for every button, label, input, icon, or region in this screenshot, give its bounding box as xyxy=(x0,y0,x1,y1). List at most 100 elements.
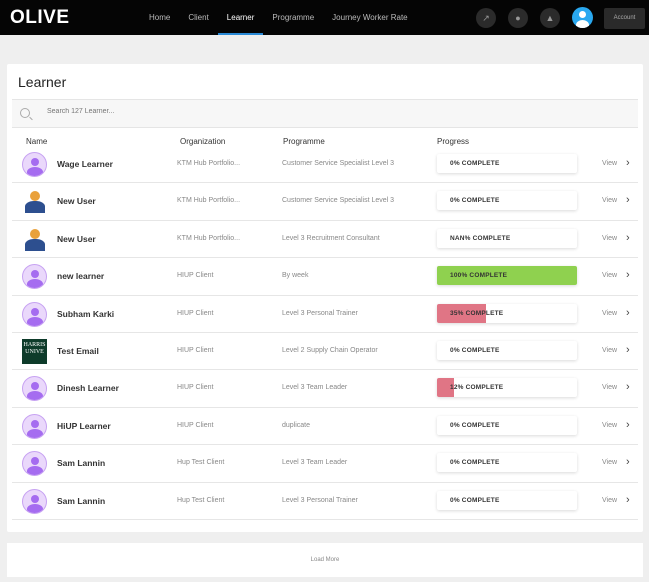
table-row[interactable]: new learner HIUP Client By week 100% COM… xyxy=(12,258,638,296)
table-row[interactable]: Sam Lannin Hup Test Client Level 3 Team … xyxy=(12,445,638,483)
view-link[interactable]: View xyxy=(602,160,617,167)
progress-bar: 0% COMPLETE xyxy=(437,341,577,360)
table-row[interactable]: New User KTM Hub Portfolio... Customer S… xyxy=(12,183,638,221)
view-link[interactable]: View xyxy=(602,235,617,242)
chevron-right-icon[interactable]: › xyxy=(626,194,630,206)
table-row[interactable]: New User KTM Hub Portfolio... Level 3 Re… xyxy=(12,221,638,259)
learner-organization: Hup Test Client xyxy=(177,459,225,467)
chat-icon[interactable]: ● xyxy=(508,8,528,28)
progress-bar: NAN% COMPLETE xyxy=(437,228,577,248)
chevron-right-icon[interactable]: › xyxy=(626,269,630,281)
learner-programme: Customer Service Specialist Level 3 xyxy=(282,160,395,167)
progress-label: 100% COMPLETE xyxy=(450,272,508,280)
chevron-right-icon[interactable]: › xyxy=(626,344,630,356)
chart-icon[interactable]: ↗ xyxy=(476,8,496,28)
view-link[interactable]: View xyxy=(602,347,617,354)
learner-name[interactable]: Dinesh Learner xyxy=(57,383,119,393)
view-link[interactable]: View xyxy=(602,310,617,317)
learner-name[interactable]: Sam Lannin xyxy=(57,458,105,468)
view-link[interactable]: View xyxy=(602,422,617,429)
learner-name[interactable]: Test Email xyxy=(57,346,99,356)
nav-learner[interactable]: Learner xyxy=(217,0,264,35)
learner-organization: KTM Hub Portfolio... xyxy=(177,197,241,205)
view-link[interactable]: View xyxy=(602,272,617,279)
col-programme: Programme xyxy=(283,137,325,146)
learner-organization: HIUP Client xyxy=(177,347,214,354)
progress-label: 35% COMPLETE xyxy=(450,309,504,317)
search-input[interactable] xyxy=(47,108,347,115)
learner-programme: Level 2 Supply Chain Operator xyxy=(282,347,378,354)
avatar xyxy=(22,488,47,514)
progress-label: 0% COMPLETE xyxy=(450,197,500,205)
nav-client[interactable]: Client xyxy=(179,0,217,35)
learner-name[interactable]: New User xyxy=(57,234,96,244)
avatar: HARRIS UNIVE xyxy=(22,339,47,364)
chevron-right-icon[interactable]: › xyxy=(626,456,630,468)
avatar xyxy=(22,227,47,252)
load-more-button[interactable]: Load More xyxy=(7,543,643,577)
view-link[interactable]: View xyxy=(602,459,617,466)
col-organization: Organization xyxy=(180,137,226,146)
progress-bar: 0% COMPLETE xyxy=(437,154,577,173)
avatar xyxy=(22,264,47,290)
avatar xyxy=(22,413,47,439)
logo[interactable]: OLIVE xyxy=(10,7,70,29)
progress-bar: 100% COMPLETE xyxy=(437,266,577,286)
learner-programme: Level 3 Recruitment Consultant xyxy=(282,234,380,242)
nav-home[interactable]: Home xyxy=(140,0,179,35)
learner-organization: KTM Hub Portfolio... xyxy=(177,234,241,242)
nav-programme[interactable]: Programme xyxy=(263,0,323,35)
view-link[interactable]: View xyxy=(602,384,617,391)
chevron-right-icon[interactable]: › xyxy=(626,381,630,393)
progress-bar: 0% COMPLETE xyxy=(437,453,577,473)
avatar xyxy=(22,189,47,214)
search-icon xyxy=(20,108,30,118)
chevron-right-icon[interactable]: › xyxy=(626,232,630,244)
progress-label: 0% COMPLETE xyxy=(450,160,500,167)
progress-label: NAN% COMPLETE xyxy=(450,234,511,242)
learner-card: Learner Name Organization Programme Prog… xyxy=(7,64,643,532)
progress-label: 12% COMPLETE xyxy=(450,384,504,392)
nav-journey-worker-rate[interactable]: Journey Worker Rate xyxy=(323,0,416,35)
avatar xyxy=(22,376,47,402)
table-row[interactable]: Subham Karki HIUP Client Level 3 Persona… xyxy=(12,296,638,333)
chevron-right-icon[interactable]: › xyxy=(626,494,630,506)
learner-programme: Level 3 Team Leader xyxy=(282,459,348,467)
learner-name[interactable]: new learner xyxy=(57,271,104,281)
learner-organization: HIUP Client xyxy=(177,272,214,280)
learner-name[interactable]: Sam Lannin xyxy=(57,496,105,506)
col-progress: Progress xyxy=(437,137,470,146)
chevron-right-icon[interactable]: › xyxy=(626,419,630,431)
learner-programme: By week xyxy=(282,272,309,280)
learner-name[interactable]: New User xyxy=(57,196,96,206)
progress-label: 0% COMPLETE xyxy=(450,347,500,354)
view-link[interactable]: View xyxy=(602,497,617,504)
table-row[interactable]: Wage Learner KTM Hub Portfolio... Custom… xyxy=(12,146,638,184)
bell-icon[interactable]: ▲ xyxy=(540,8,560,28)
account-button[interactable]: Account xyxy=(604,8,645,29)
page-title: Learner xyxy=(18,74,67,90)
table-row[interactable]: Dinesh Learner HIUP Client Level 3 Team … xyxy=(12,370,638,408)
learner-organization: HIUP Client xyxy=(177,421,214,429)
chevron-right-icon[interactable]: › xyxy=(626,157,630,169)
table-row[interactable]: HiUP Learner HIUP Client duplicate 0% CO… xyxy=(12,408,638,446)
progress-bar: 0% COMPLETE xyxy=(437,490,577,510)
learner-organization: HIUP Client xyxy=(177,384,214,392)
view-link[interactable]: View xyxy=(602,197,617,204)
chevron-right-icon[interactable]: › xyxy=(626,307,630,319)
progress-bar: 0% COMPLETE xyxy=(437,415,577,435)
learner-name[interactable]: Subham Karki xyxy=(57,309,114,319)
progress-label: 0% COMPLETE xyxy=(450,459,500,467)
progress-label: 0% COMPLETE xyxy=(450,496,500,504)
learner-name[interactable]: HiUP Learner xyxy=(57,421,111,431)
learner-name[interactable]: Wage Learner xyxy=(57,159,113,169)
avatar xyxy=(22,152,47,177)
table-row[interactable]: Sam Lannin Hup Test Client Level 3 Perso… xyxy=(12,483,638,520)
learner-organization: KTM Hub Portfolio... xyxy=(177,160,241,167)
search-bar xyxy=(12,99,638,128)
learner-programme: Customer Service Specialist Level 3 xyxy=(282,197,395,205)
table-row[interactable]: HARRIS UNIVE Test Email HIUP Client Leve… xyxy=(12,333,638,371)
learner-programme: Level 3 Personal Trainer xyxy=(282,309,358,317)
user-avatar[interactable] xyxy=(572,7,593,28)
progress-bar: 35% COMPLETE xyxy=(437,303,577,323)
